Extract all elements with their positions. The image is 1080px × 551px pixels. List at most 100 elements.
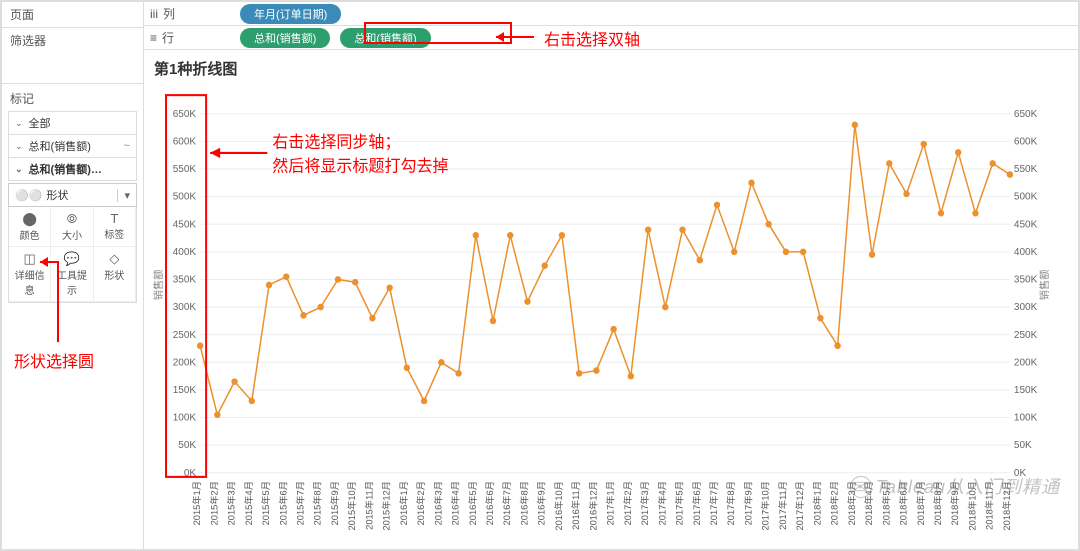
line-chart[interactable]: 0K0K50K50K100K100K150K150K200K200K250K25… xyxy=(152,91,1054,545)
pages-panel: 页面 xyxy=(2,2,143,28)
svg-text:2015年9月: 2015年9月 xyxy=(329,481,340,525)
chart-title: 第1种折线图 xyxy=(144,50,1078,87)
svg-text:2016年1月: 2016年1月 xyxy=(398,481,409,525)
svg-text:2015年1月: 2015年1月 xyxy=(191,481,202,525)
svg-text:2015年5月: 2015年5月 xyxy=(260,481,271,525)
svg-text:然后将显示标题打勾去掉: 然后将显示标题打勾去掉 xyxy=(272,157,448,175)
svg-text:2015年4月: 2015年4月 xyxy=(243,481,254,525)
rows-shelf[interactable]: ≡ 行 总和(销售额) 总和(销售额) 右击选择双轴 xyxy=(144,26,1078,50)
svg-text:2017年11月: 2017年11月 xyxy=(777,481,788,530)
svg-text:2017年6月: 2017年6月 xyxy=(691,481,702,525)
mark-icon: ⬤ xyxy=(11,211,48,227)
svg-text:2018年2月: 2018年2月 xyxy=(829,481,840,525)
svg-text:2018年10月: 2018年10月 xyxy=(967,481,978,531)
svg-text:450K: 450K xyxy=(173,219,197,230)
svg-text:2016年9月: 2016年9月 xyxy=(536,481,547,525)
svg-text:2016年4月: 2016年4月 xyxy=(450,481,461,525)
shape-type-select[interactable]: ⚪⚪ 形状 ▾ xyxy=(8,183,137,207)
svg-text:150K: 150K xyxy=(1014,385,1038,396)
svg-text:2016年10月: 2016年10月 xyxy=(553,481,564,531)
svg-text:200K: 200K xyxy=(173,357,197,368)
svg-text:2018年6月: 2018年6月 xyxy=(898,481,909,525)
marks-row-0[interactable]: ⌄全部 xyxy=(8,111,137,134)
columns-shelf[interactable]: iii 列 年月(订单日期) xyxy=(144,2,1078,26)
columns-icon: iii xyxy=(150,7,158,21)
svg-text:450K: 450K xyxy=(1014,219,1038,230)
svg-text:2018年9月: 2018年9月 xyxy=(949,481,960,525)
svg-text:2015年7月: 2015年7月 xyxy=(295,481,306,525)
svg-text:250K: 250K xyxy=(173,330,197,341)
filters-panel: 筛选器 xyxy=(2,28,143,84)
svg-text:销售额: 销售额 xyxy=(152,270,165,301)
shape-icon: ⚪⚪ xyxy=(15,189,42,202)
marks-cell-颜色[interactable]: ⬤颜色 xyxy=(9,207,51,247)
svg-text:2015年3月: 2015年3月 xyxy=(226,481,237,525)
annotation-dualaxis-text: 右击选择双轴 xyxy=(544,26,640,50)
svg-text:2016年8月: 2016年8月 xyxy=(519,481,530,525)
svg-text:500K: 500K xyxy=(1014,192,1038,203)
svg-text:2017年1月: 2017年1月 xyxy=(605,481,616,525)
marks-cell-大小[interactable]: ⦾大小 xyxy=(51,207,93,247)
main-area: iii 列 年月(订单日期) ≡ 行 总和(销售额) 总和(销售额) 右击选择双… xyxy=(144,2,1078,549)
svg-text:2018年8月: 2018年8月 xyxy=(932,481,943,525)
svg-text:200K: 200K xyxy=(1014,357,1038,368)
svg-text:400K: 400K xyxy=(173,247,197,258)
rows-icon: ≡ xyxy=(150,31,157,45)
marks-title: 标记 xyxy=(8,88,137,111)
svg-text:2016年7月: 2016年7月 xyxy=(501,481,512,525)
svg-text:550K: 550K xyxy=(1014,164,1038,175)
svg-text:0K: 0K xyxy=(1014,468,1026,479)
svg-text:2017年3月: 2017年3月 xyxy=(639,481,650,525)
svg-text:2018年1月: 2018年1月 xyxy=(812,481,823,525)
chevron-down-icon: ⌄ xyxy=(15,118,23,129)
svg-text:2017年12月: 2017年12月 xyxy=(794,481,805,531)
rows-pill-sales-1[interactable]: 总和(销售额) xyxy=(240,28,330,48)
svg-text:550K: 550K xyxy=(173,164,197,175)
svg-text:2017年2月: 2017年2月 xyxy=(622,481,633,525)
svg-text:2015年10月: 2015年10月 xyxy=(346,481,357,531)
svg-text:2016年3月: 2016年3月 xyxy=(432,481,443,525)
svg-text:250K: 250K xyxy=(1014,330,1038,341)
svg-text:2016年5月: 2016年5月 xyxy=(467,481,478,525)
svg-text:2017年10月: 2017年10月 xyxy=(760,481,771,531)
svg-text:2016年6月: 2016年6月 xyxy=(484,481,495,525)
svg-text:2018年11月: 2018年11月 xyxy=(984,481,995,530)
svg-text:2015年6月: 2015年6月 xyxy=(277,481,288,525)
svg-text:2018年7月: 2018年7月 xyxy=(915,481,926,525)
columns-pill-date[interactable]: 年月(订单日期) xyxy=(240,4,341,24)
annotation-shape-text: 形状选择圆 xyxy=(14,348,94,372)
svg-text:650K: 650K xyxy=(173,109,197,120)
svg-text:2015年12月: 2015年12月 xyxy=(381,481,392,531)
svg-text:2017年4月: 2017年4月 xyxy=(656,481,667,525)
svg-text:2015年2月: 2015年2月 xyxy=(208,481,219,525)
svg-text:650K: 650K xyxy=(1014,109,1038,120)
marks-cell-形状[interactable]: ◇形状 xyxy=(94,247,136,302)
svg-text:600K: 600K xyxy=(173,136,197,147)
chart-area[interactable]: 0K0K50K50K100K100K150K150K200K200K250K25… xyxy=(144,87,1078,549)
chevron-down-icon: ⌄ xyxy=(15,141,23,152)
marks-row-1[interactable]: ⌄总和(销售额)~ xyxy=(8,134,137,157)
mark-icon: ◇ xyxy=(96,251,133,267)
svg-text:150K: 150K xyxy=(173,385,197,396)
svg-text:2017年9月: 2017年9月 xyxy=(743,481,754,525)
svg-text:500K: 500K xyxy=(173,192,197,203)
svg-text:100K: 100K xyxy=(1014,413,1038,424)
mark-icon: ⦾ xyxy=(53,211,90,227)
svg-text:300K: 300K xyxy=(1014,302,1038,313)
svg-text:2017年7月: 2017年7月 xyxy=(708,481,719,525)
svg-text:2016年12月: 2016年12月 xyxy=(588,481,599,531)
svg-text:350K: 350K xyxy=(173,274,197,285)
shape-type-label: 形状 xyxy=(46,187,68,203)
svg-text:2016年2月: 2016年2月 xyxy=(415,481,426,525)
svg-text:600K: 600K xyxy=(1014,136,1038,147)
svg-text:300K: 300K xyxy=(173,302,197,313)
svg-text:400K: 400K xyxy=(1014,247,1038,258)
svg-text:50K: 50K xyxy=(178,440,196,451)
marks-cell-标签[interactable]: T标签 xyxy=(94,207,136,247)
svg-text:2016年11月: 2016年11月 xyxy=(570,481,581,530)
svg-text:2018年3月: 2018年3月 xyxy=(846,481,857,525)
svg-text:100K: 100K xyxy=(173,413,197,424)
svg-text:右击选择同步轴；: 右击选择同步轴； xyxy=(272,134,400,152)
marks-row-2[interactable]: ⌄总和(销售额)… xyxy=(8,157,137,181)
svg-text:销售额: 销售额 xyxy=(1038,270,1051,301)
